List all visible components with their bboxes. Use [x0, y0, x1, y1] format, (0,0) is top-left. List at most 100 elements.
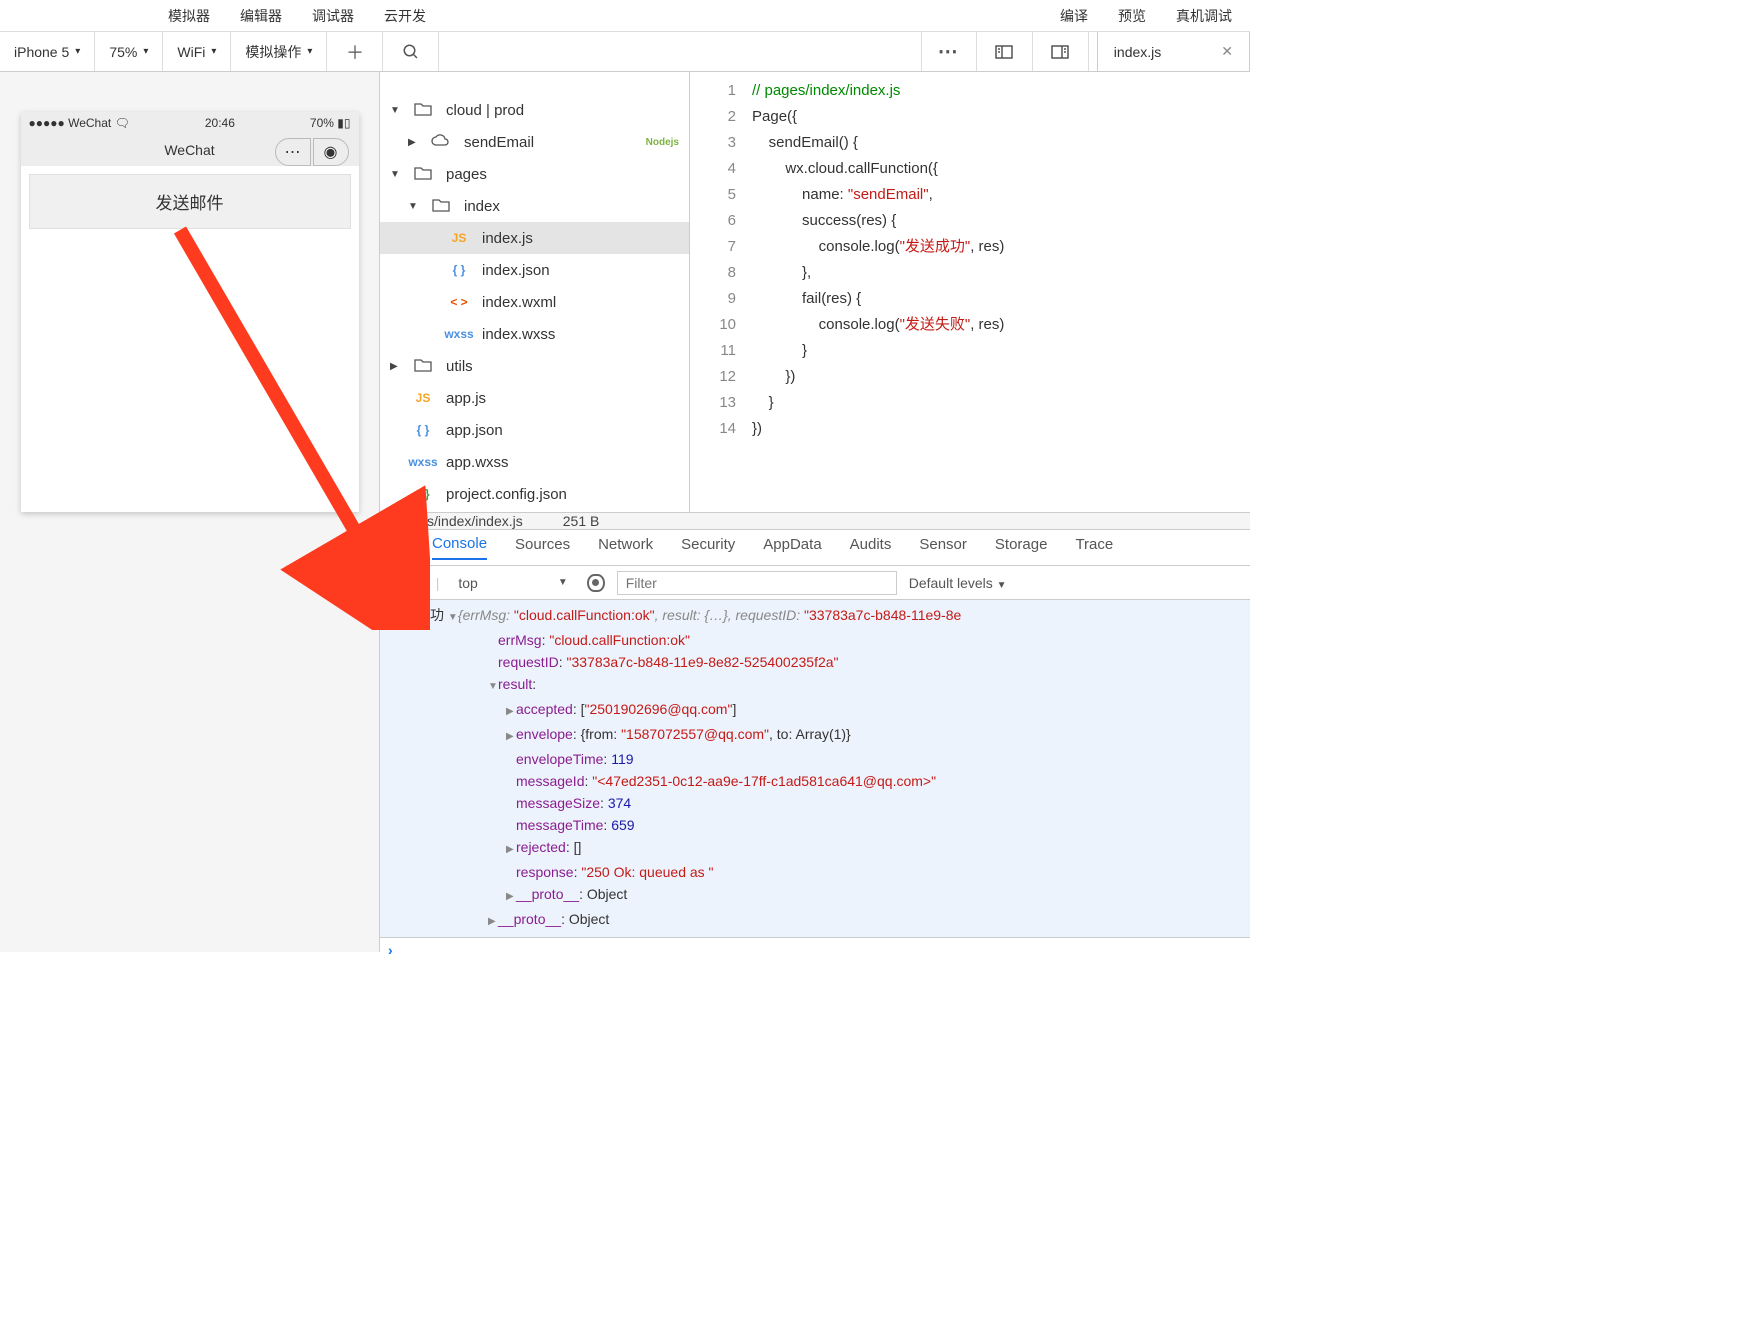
folder-icon: [426, 134, 456, 151]
tree-item-index[interactable]: ▼index: [380, 190, 689, 222]
menu-item[interactable]: 编辑器: [240, 6, 282, 26]
context-selector[interactable]: top ▼: [451, 572, 574, 594]
folder-icon: [408, 166, 438, 183]
console-prompt[interactable]: ›: [380, 937, 1250, 962]
devtools-tabs: Console Sources Network Security AppData Audi…: [380, 530, 1250, 566]
menu-item[interactable]: 真机调试: [1176, 6, 1232, 26]
carrier-label: ●●●●● WeChat 🗨: [29, 116, 130, 130]
device-label: iPhone 5: [14, 44, 69, 60]
file-explorer: ▼cloud | prod▶sendEmailNodejs▼pages▼inde…: [380, 72, 690, 512]
tree-item-label: index: [464, 198, 500, 215]
devtools-tab-security[interactable]: Security: [681, 536, 735, 559]
mock-label: 模拟操作: [245, 42, 301, 62]
split-left-button[interactable]: [977, 32, 1033, 71]
tree-item-app-js[interactable]: JS app.js: [380, 382, 689, 414]
sidebar-toggle-icon[interactable]: ▯: [388, 574, 396, 591]
ic-wxss-icon: wxss: [408, 455, 438, 469]
tree-item-label: app.js: [446, 390, 486, 407]
code-body[interactable]: // pages/index/index.jsPage({ sendEmail(…: [752, 78, 1250, 442]
devtools-tab-trace[interactable]: Trace: [1075, 536, 1113, 559]
menu-item[interactable]: 编译: [1060, 6, 1088, 26]
simulator-pane: ●●●●● WeChat 🗨 20:46 70% ▮▯ WeChat ⋯ ◉ 发…: [0, 72, 380, 512]
ic-cfg-icon: {·}: [408, 487, 438, 501]
tree-item-utils[interactable]: ▶utils: [380, 350, 689, 382]
phone-preview: ●●●●● WeChat 🗨 20:46 70% ▮▯ WeChat ⋯ ◉ 发…: [21, 112, 359, 512]
folder-icon: [426, 198, 456, 215]
tree-item-index-wxml[interactable]: < > index.wxml: [380, 286, 689, 318]
line-gutter: 1234567891011121314: [690, 78, 752, 442]
editor-status-bar: /pages/index/index.js 251 B: [380, 512, 1250, 529]
tree-item-app-json[interactable]: { } app.json: [380, 414, 689, 446]
tree-item-label: index.wxml: [482, 294, 556, 311]
tree-item-label: utils: [446, 358, 473, 375]
ic-wxss-icon: wxss: [444, 327, 474, 341]
chevron-down-icon: ▾: [307, 46, 312, 57]
tree-item-index-wxss[interactable]: wxss index.wxss: [380, 318, 689, 350]
log-levels-selector[interactable]: Default levels ▼: [909, 575, 1007, 591]
tree-item-index-js[interactable]: JSindex.js: [380, 222, 689, 254]
devtools-panel: Console Sources Network Security AppData Audi…: [380, 529, 1250, 962]
network-label: WiFi: [177, 44, 205, 60]
split-right-button[interactable]: [1033, 32, 1089, 71]
tree-item-sendemail[interactable]: ▶sendEmailNodejs: [380, 126, 689, 158]
devtools-tab-storage[interactable]: Storage: [995, 536, 1048, 559]
tab-label: index.js: [1114, 44, 1161, 60]
code-editor[interactable]: 1234567891011121314 // pages/index/index…: [690, 72, 1250, 512]
devtools-tab-audits[interactable]: Audits: [850, 536, 892, 559]
chevron-down-icon: ▾: [143, 46, 148, 57]
tree-item-label: app.wxss: [446, 454, 509, 471]
add-button[interactable]: ＋: [327, 32, 383, 71]
ic-wxml-icon: < >: [444, 295, 474, 309]
chevron-down-icon: ▼: [558, 577, 568, 588]
menu-item[interactable]: 模拟器: [168, 6, 210, 26]
more-button[interactable]: ⋯: [921, 32, 977, 71]
ic-json-icon: { }: [408, 423, 438, 437]
ic-js-icon: JS: [408, 391, 438, 405]
filter-input[interactable]: [617, 571, 897, 595]
tree-item-cloud-prod[interactable]: ▼cloud | prod: [380, 94, 689, 126]
zoom-selector[interactable]: 75% ▾: [95, 32, 163, 71]
devtools-tab-sensor[interactable]: Sensor: [919, 536, 967, 559]
search-button[interactable]: [383, 32, 439, 71]
menu-item[interactable]: 云开发: [384, 6, 426, 26]
chevron-down-icon: ▾: [75, 46, 80, 57]
tree-item-app-wxss[interactable]: wxss app.wxss: [380, 446, 689, 478]
tree-item-project-config-json[interactable]: {·} project.config.json: [380, 478, 689, 510]
menu-item[interactable]: 调试器: [312, 6, 354, 26]
ic-js-icon: JS: [444, 231, 474, 245]
tree-item-label: sendEmail: [464, 134, 534, 151]
tree-item-label: index.wxss: [482, 326, 555, 343]
network-selector[interactable]: WiFi ▾: [163, 32, 231, 71]
tree-item-index-json[interactable]: { }index.json: [380, 254, 689, 286]
devtools-tab-appdata[interactable]: AppData: [763, 536, 821, 559]
device-selector[interactable]: iPhone 5 ▾: [0, 32, 95, 71]
inspect-icon[interactable]: [388, 538, 404, 557]
live-expression-icon[interactable]: [587, 574, 605, 592]
search-icon: [402, 43, 420, 61]
send-email-button[interactable]: 发送邮件: [29, 174, 351, 229]
close-icon[interactable]: ✕: [1221, 43, 1233, 60]
tree-item-label: app.json: [446, 422, 503, 439]
editor-tab[interactable]: index.js ✕: [1097, 32, 1250, 71]
console-toolbar: ▯ | top ▼ Default levels ▼: [380, 566, 1250, 600]
page-title: WeChat: [164, 142, 214, 158]
tree-item-pages[interactable]: ▼pages: [380, 158, 689, 190]
devtools-tab-network[interactable]: Network: [598, 536, 653, 559]
console-output[interactable]: 发送成功 ▼{errMsg: "cloud.callFunction:ok", …: [380, 600, 1250, 937]
clear-console-icon[interactable]: [408, 575, 424, 591]
folder-icon: [408, 358, 438, 375]
devtools-tab-sources[interactable]: Sources: [515, 536, 570, 559]
chevron-down-icon: ▾: [211, 46, 216, 57]
folder-icon: [408, 102, 438, 119]
tree-item-label: project.config.json: [446, 486, 567, 503]
file-path: /pages/index/index.js: [392, 513, 523, 529]
toolbar: iPhone 5 ▾ 75% ▾ WiFi ▾ 模拟操作 ▾ ＋ ⋯ index…: [0, 32, 1250, 72]
menu-button[interactable]: ⋯: [275, 138, 311, 166]
target-button[interactable]: ◉: [313, 138, 349, 166]
mock-selector[interactable]: 模拟操作 ▾: [231, 32, 327, 71]
top-menu-bar: 模拟器 编辑器 调试器 云开发 编译 预览 真机调试: [0, 0, 1250, 32]
menu-item[interactable]: 预览: [1118, 6, 1146, 26]
devtools-tab-console[interactable]: Console: [432, 535, 487, 560]
zoom-label: 75%: [109, 44, 137, 60]
split-icon: [995, 45, 1013, 59]
